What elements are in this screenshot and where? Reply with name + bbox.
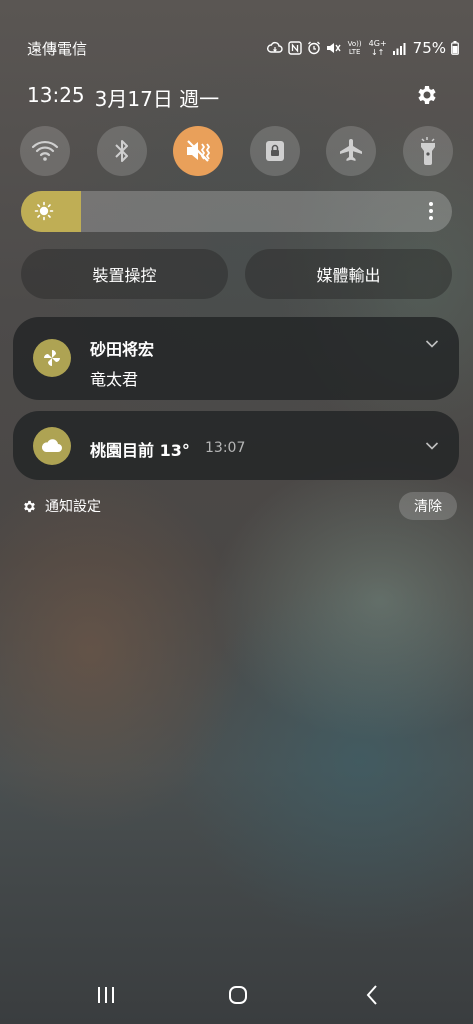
recents-icon <box>98 987 114 1003</box>
notification-time: 13:07 <box>205 440 246 456</box>
volte-icon: Vo)) LTE <box>346 40 364 56</box>
media-output-button[interactable]: 媒體輸出 <box>245 249 452 299</box>
notification-card[interactable]: 桃園目前 13° 13:07 <box>13 411 459 480</box>
mute-icon <box>326 41 341 55</box>
home-button[interactable] <box>218 975 258 1015</box>
bluetooth-icon <box>114 140 128 162</box>
more-options-icon[interactable] <box>428 201 434 221</box>
date[interactable]: 3月17日 週一 <box>95 83 220 112</box>
qs-mute-button[interactable] <box>173 126 224 176</box>
status-icons: Vo)) LTE 4G+ ↓↑ 75% <box>266 36 459 60</box>
panel-buttons-row: 裝置操控 媒體輸出 <box>21 249 452 299</box>
brightness-slider[interactable] <box>21 191 452 232</box>
mute-icon <box>187 140 211 162</box>
recents-button[interactable] <box>86 975 126 1015</box>
battery-icon <box>451 41 459 55</box>
app-icon <box>33 339 71 377</box>
clock[interactable]: 13:25 <box>27 83 85 112</box>
qs-flashlight-button[interactable] <box>402 126 453 176</box>
alarm-icon <box>307 41 321 55</box>
sync-icon <box>266 41 283 55</box>
gear-icon <box>418 86 436 104</box>
notification-settings-link[interactable]: 通知設定 <box>22 496 101 516</box>
notification-title: 桃園目前 13° <box>90 441 190 460</box>
notification-title: 砂田将宏 <box>90 340 155 359</box>
volte-text: Vo)) LTE <box>347 40 362 56</box>
airplane-icon <box>340 139 363 161</box>
carrier-name: 遠傳電信 <box>27 40 88 58</box>
status-bar: 遠傳電信 Vo)) LTE 4G+ ↓↑ 75% <box>0 36 473 62</box>
notification-card[interactable]: 砂田将宏 竜太君 <box>13 317 459 400</box>
gear-icon <box>24 500 35 512</box>
flashlight-icon <box>420 137 435 165</box>
qs-rotation-lock-button[interactable] <box>249 126 300 176</box>
network-type-text: 4G+ <box>368 39 387 48</box>
data-arrows-icon: ↓↑ <box>370 48 385 57</box>
settings-button[interactable] <box>415 83 439 107</box>
battery-percent: 75% <box>412 39 446 57</box>
lock-icon <box>265 141 284 161</box>
device-control-button[interactable]: 裝置操控 <box>21 249 228 299</box>
clear-button[interactable]: 清除 <box>399 492 457 520</box>
4g-plus-icon: 4G+ ↓↑ <box>369 39 387 57</box>
cloud-icon <box>41 439 62 452</box>
notification-settings-label: 通知設定 <box>45 499 101 515</box>
back-icon <box>366 985 377 1005</box>
qs-airplane-button[interactable] <box>326 126 377 176</box>
notification-body: 竜太君 <box>90 370 139 389</box>
app-icon <box>33 427 71 465</box>
qs-bluetooth-button[interactable] <box>96 126 147 176</box>
pinwheel-icon <box>44 350 60 366</box>
chevron-down-icon[interactable] <box>425 441 439 451</box>
wifi-icon <box>31 140 59 161</box>
signal-icon <box>392 42 406 55</box>
quick-settings-row <box>20 126 453 176</box>
back-button[interactable] <box>352 975 392 1015</box>
navigation-bar <box>0 975 473 1015</box>
home-icon <box>229 986 247 1004</box>
clock-date-row: 13:25 3月17日 週一 <box>27 83 219 112</box>
sun-icon <box>34 201 54 221</box>
chevron-down-icon[interactable] <box>425 339 439 349</box>
qs-wifi-button[interactable] <box>20 126 70 176</box>
nfc-icon <box>287 41 302 55</box>
